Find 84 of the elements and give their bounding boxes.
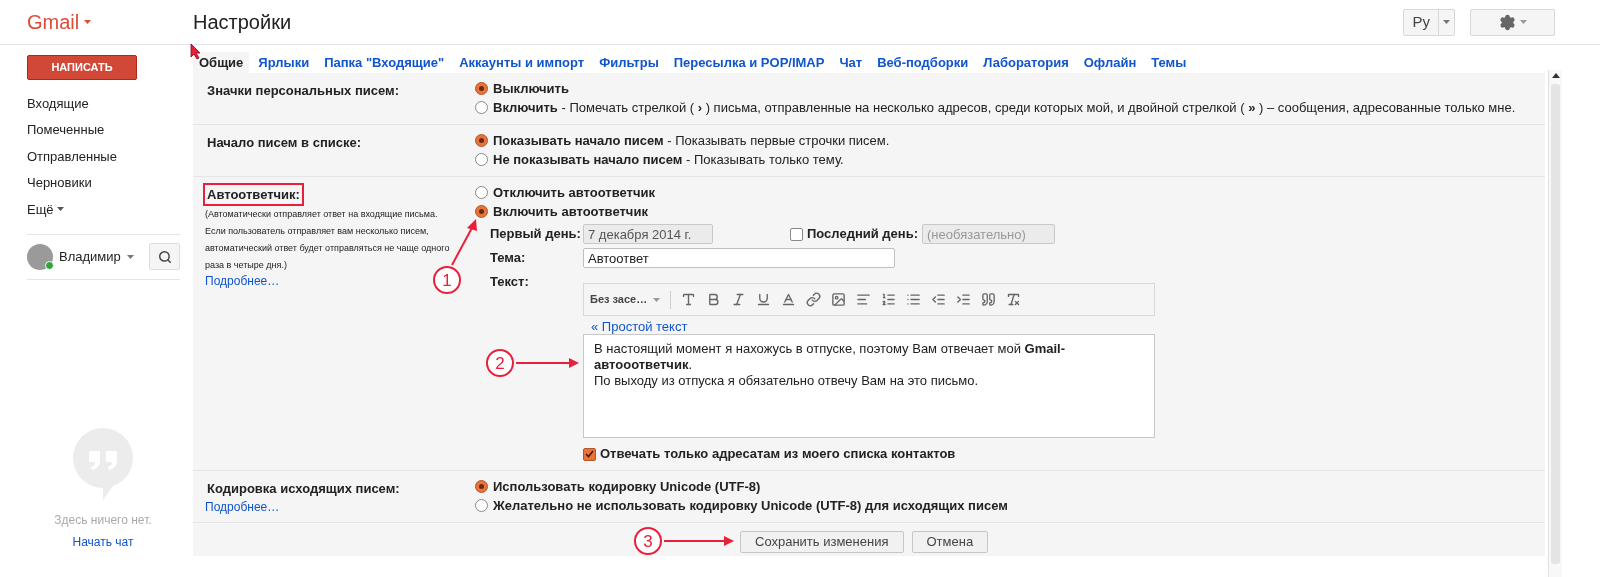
settings-tab[interactable]: Пересылка и POP/IMAP	[667, 52, 831, 73]
checkbox-label: Отвечать только адресатам из моего списка контактов	[600, 445, 956, 464]
caret-icon	[84, 20, 92, 24]
field-label: Первый день:	[490, 225, 582, 244]
start-chat-link[interactable]: Начать чат	[72, 533, 134, 551]
option-label: Включить - Помечать стрелкой ( › ) письма, отправленные на несколько адресов, среди которых мой, и двойной стрелкой ( » ) – сообщения, адресованные только мне.	[493, 98, 1516, 117]
settings-button[interactable]	[1470, 8, 1555, 36]
radio-button[interactable]	[475, 205, 488, 218]
radio-button[interactable]	[475, 101, 488, 114]
field-label: Последний день:	[807, 225, 918, 244]
user-name[interactable]: Владимир	[59, 246, 121, 267]
settings-tab[interactable]: Чат	[833, 52, 869, 73]
radio-button[interactable]	[475, 134, 488, 147]
settings-tab[interactable]: Темы	[1145, 52, 1193, 73]
text-size-icon[interactable]	[681, 292, 697, 307]
checkbox[interactable]	[583, 447, 596, 461]
callout-arrow	[663, 536, 734, 546]
callout-arrow	[451, 219, 477, 266]
subject-field[interactable]: Автоответ	[583, 248, 895, 268]
option-label: Отключить автоответчик	[493, 183, 655, 202]
form-button[interactable]: Сохранить изменения	[740, 531, 904, 553]
settings-tab[interactable]: Веб-подборки	[871, 52, 975, 73]
field-label: Тема:	[490, 249, 527, 268]
setting-label: Значки персональных писем:	[206, 82, 400, 100]
option-label: Желательно не использовать кодировку Unicode (UTF-8) для исходящих писем	[493, 496, 1008, 515]
avatar-placeholder	[27, 243, 53, 270]
caret-icon	[126, 254, 134, 259]
italic-icon[interactable]	[731, 292, 747, 307]
form-button[interactable]: Отмена	[911, 531, 989, 553]
radio-button[interactable]	[475, 82, 488, 95]
align-icon[interactable]	[856, 292, 872, 307]
numbered-list-icon[interactable]	[881, 292, 897, 307]
settings-tab[interactable]: Аккаунты и импорт	[453, 52, 591, 73]
search-icon	[157, 249, 172, 264]
callout-arrow	[515, 358, 579, 368]
image-icon[interactable]	[831, 292, 847, 307]
folder-link[interactable]: Входящие	[27, 93, 89, 113]
option-label: Использовать кодировку Unicode (UTF-8)	[493, 477, 761, 496]
folder-link[interactable]: Ещё	[27, 199, 54, 219]
settings-tab[interactable]: Офлайн	[1077, 52, 1143, 73]
indent-more-icon[interactable]	[956, 292, 972, 307]
option-label: Выключить	[493, 79, 569, 98]
radio-button[interactable]	[475, 480, 488, 493]
option-label: Показывать начало писем - Показывать первые строчки писем.	[493, 131, 890, 150]
settings-tab[interactable]: Папка "Входящие"	[318, 52, 451, 73]
option-label: Не показывать начало писем - Показывать только тему.	[493, 150, 844, 169]
option-label: Включить автоответчик	[493, 202, 648, 221]
settings-tab[interactable]: Лаборатория	[977, 52, 1075, 73]
setting-label: Начало писем в списке:	[206, 134, 363, 152]
folder-link[interactable]: Помеченные	[27, 120, 105, 140]
settings-tab[interactable]: Фильтры	[593, 52, 665, 73]
setting-label: Автоответчик:	[203, 183, 304, 206]
settings-tab[interactable]: Ярлыки	[252, 52, 316, 73]
settings-tab[interactable]: Общие	[193, 52, 250, 73]
compose-button[interactable]: НАПИСАТЬ	[27, 55, 137, 80]
clear-formatting-icon[interactable]	[1006, 292, 1022, 307]
text-color-icon[interactable]	[781, 292, 797, 307]
plain-text-link[interactable]: « Простой текст	[591, 320, 1155, 334]
caret-icon	[1443, 20, 1450, 24]
quote-icon[interactable]	[981, 292, 997, 307]
page-title: Настройки	[193, 10, 292, 35]
empty-chat-text: Здесь ничего нет.	[54, 512, 152, 529]
gmail-logo[interactable]: Gmail	[27, 7, 80, 37]
indent-less-icon[interactable]	[931, 292, 947, 307]
bulleted-list-icon[interactable]	[906, 292, 922, 307]
message-body-field[interactable]: В настоящий момент я нахожусь в отпуске, поэтому Вам отвечает мой Gmail-автооответчик. По выходу из отпуска я обязательно отвечу Вам на это письмо.	[583, 334, 1155, 438]
setting-label: Кодировка исходящих писем:	[206, 480, 401, 498]
caret-icon	[653, 297, 661, 302]
learn-more-link[interactable]: Подробнее…	[203, 274, 280, 288]
caret-icon	[1519, 20, 1527, 24]
font-dropdown[interactable]: Без засе…	[590, 291, 661, 308]
radio-button[interactable]	[475, 153, 488, 166]
search-button[interactable]	[149, 243, 180, 270]
radio-button[interactable]	[475, 186, 488, 199]
underline-icon[interactable]	[756, 292, 772, 307]
folder-link[interactable]: Черновики	[27, 173, 92, 193]
link-icon[interactable]	[806, 292, 822, 307]
mouse-cursor-icon	[190, 43, 201, 60]
learn-more-link[interactable]: Подробнее…	[203, 500, 280, 514]
folder-link[interactable]: Отправленные	[27, 146, 117, 166]
settings-icon	[1498, 13, 1516, 31]
caret-icon	[56, 207, 64, 212]
field-label: Текст:	[490, 273, 530, 287]
radio-button[interactable]	[475, 499, 488, 512]
